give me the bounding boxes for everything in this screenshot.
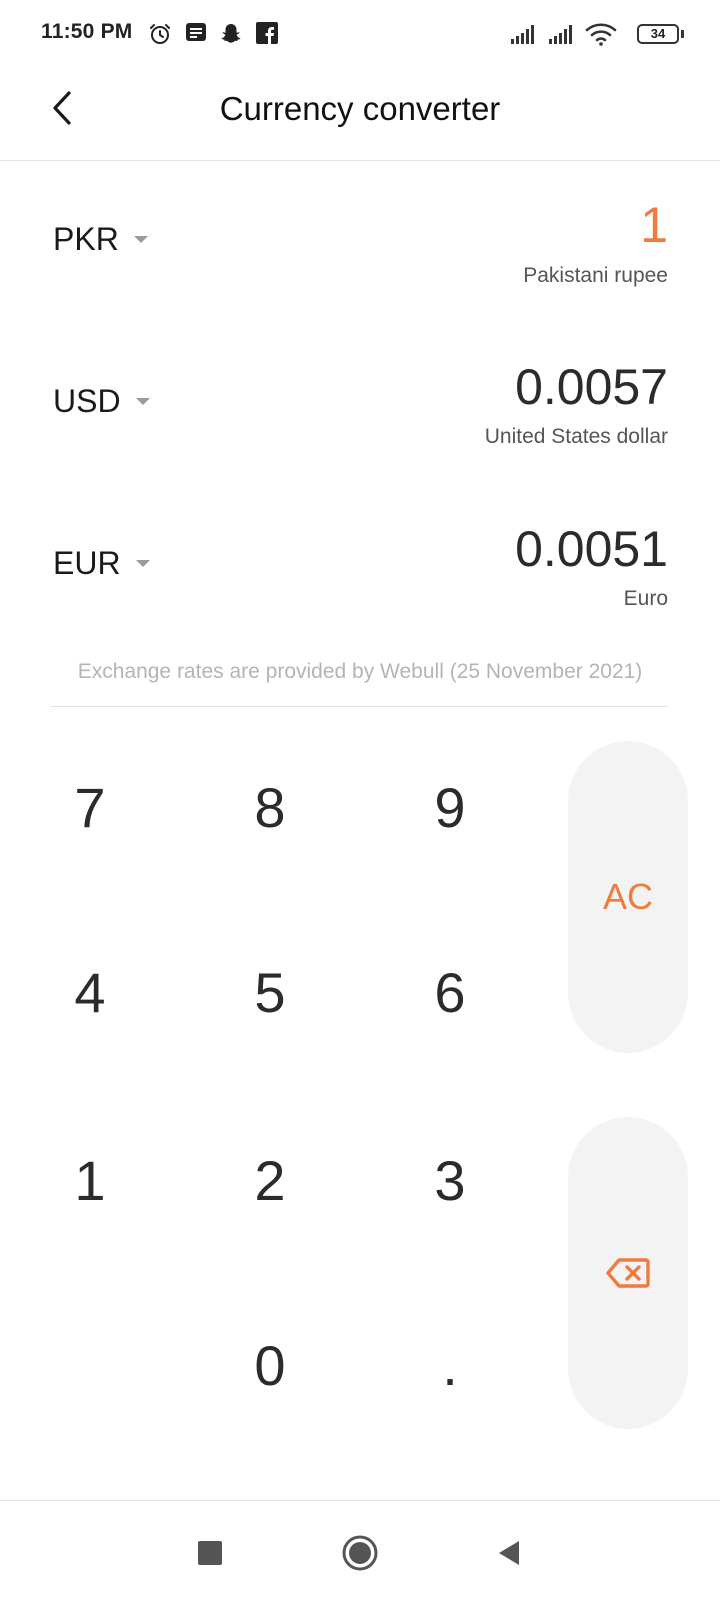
keypad-divider — [51, 706, 668, 707]
caret-down-icon — [135, 560, 150, 567]
caret-down-icon — [135, 398, 150, 405]
signal-icon — [549, 25, 572, 44]
page-title: Currency converter — [219, 90, 501, 127]
key-8[interactable]: 8 — [215, 752, 325, 862]
key-9[interactable]: 9 — [395, 752, 505, 862]
message-icon — [186, 23, 206, 41]
snapchat-icon — [221, 24, 241, 43]
rates-note: Exchange rates are provided by Webull (2… — [77, 660, 643, 683]
header-divider — [0, 160, 720, 161]
backspace-icon — [606, 1258, 650, 1288]
currency-selector-usd[interactable]: USD — [53, 383, 150, 420]
status-time: 11:50 PM — [41, 20, 133, 43]
currency-code: EUR — [53, 545, 121, 581]
key-0[interactable]: 0 — [215, 1310, 325, 1420]
caret-down-icon — [133, 236, 148, 243]
currency-selector-pkr[interactable]: PKR — [53, 221, 148, 258]
currency-code: USD — [53, 383, 121, 419]
currency-value-usd[interactable]: 0.0057 — [515, 358, 668, 416]
key-5[interactable]: 5 — [215, 937, 325, 1047]
nav-divider — [0, 1500, 720, 1501]
currency-value-pkr[interactable]: 1 — [640, 196, 668, 254]
wifi-icon — [585, 23, 617, 46]
currency-name-pkr: Pakistani rupee — [523, 264, 668, 287]
clear-button[interactable]: AC — [568, 741, 688, 1053]
back-icon — [499, 1541, 519, 1565]
status-bar: 11:50 PM 34 — [0, 0, 720, 70]
alarm-icon — [150, 24, 170, 44]
battery-tip — [681, 30, 684, 38]
key-decimal[interactable]: . — [395, 1310, 505, 1420]
battery-level: 34 — [650, 26, 666, 41]
signal-icon — [511, 25, 534, 44]
key-1[interactable]: 1 — [35, 1125, 145, 1235]
key-7[interactable]: 7 — [35, 752, 145, 862]
currency-value-eur[interactable]: 0.0051 — [515, 520, 668, 578]
recents-button[interactable] — [185, 1528, 235, 1578]
currency-name-eur: Euro — [623, 587, 668, 610]
key-2[interactable]: 2 — [215, 1125, 325, 1235]
backspace-button[interactable] — [568, 1117, 688, 1429]
home-button[interactable] — [335, 1528, 385, 1578]
nav-back-button[interactable] — [484, 1528, 534, 1578]
currency-code: PKR — [53, 221, 119, 257]
battery-icon: 34 — [637, 24, 679, 44]
key-6[interactable]: 6 — [395, 937, 505, 1047]
key-3[interactable]: 3 — [395, 1125, 505, 1235]
currency-name-usd: United States dollar — [484, 425, 668, 448]
recents-icon — [198, 1541, 222, 1565]
home-icon — [342, 1535, 378, 1571]
key-4[interactable]: 4 — [35, 937, 145, 1047]
clear-label: AC — [602, 876, 653, 917]
currency-selector-eur[interactable]: EUR — [53, 545, 150, 582]
facebook-icon — [256, 22, 278, 44]
